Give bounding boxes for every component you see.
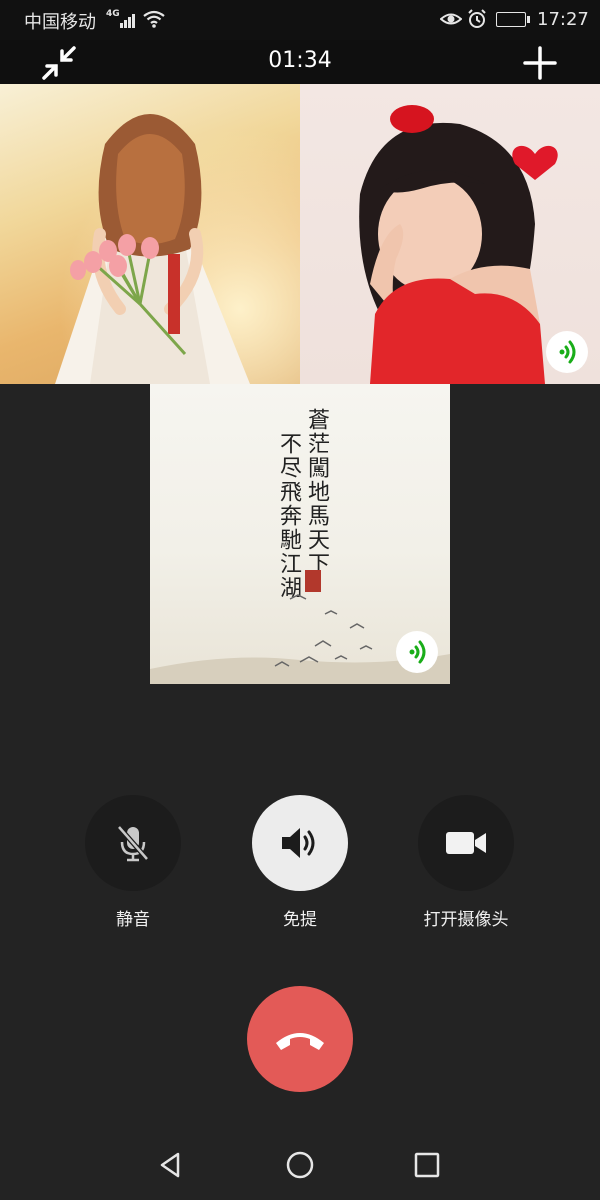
carrier-name: 中国移动 bbox=[24, 12, 96, 33]
hangup-button[interactable] bbox=[247, 986, 353, 1092]
participant-video-2[interactable] bbox=[300, 84, 600, 384]
home-icon[interactable] bbox=[285, 1150, 315, 1180]
add-icon[interactable] bbox=[522, 45, 558, 81]
speaker-button[interactable] bbox=[252, 795, 348, 891]
alarm-icon bbox=[468, 9, 486, 28]
back-icon[interactable] bbox=[156, 1150, 186, 1180]
speaker-icon bbox=[282, 828, 315, 858]
speaking-indicator bbox=[546, 331, 588, 373]
mute-button[interactable] bbox=[85, 795, 181, 891]
call-duration: 01:34 bbox=[268, 48, 332, 73]
signal-icon bbox=[120, 12, 138, 28]
battery-percent: 56 bbox=[504, 12, 518, 23]
participant-video-3[interactable]: 蒼茫闖地馬天下 不尽飛奔馳江湖 bbox=[150, 384, 450, 684]
camera-label: 打开摄像头 bbox=[423, 910, 509, 930]
battery-nub bbox=[527, 16, 530, 23]
battery-indicator: 56 bbox=[496, 12, 526, 27]
call-top-bar: 01:34 bbox=[0, 40, 600, 84]
speaking-icon bbox=[559, 340, 576, 364]
speaking-indicator bbox=[396, 631, 438, 673]
participant-video-1[interactable] bbox=[0, 84, 300, 384]
wifi-icon bbox=[143, 10, 165, 28]
network-type: 4G bbox=[106, 9, 120, 19]
speaking-icon bbox=[409, 640, 426, 664]
video-camera-icon bbox=[446, 832, 486, 854]
girl-with-tulips-photo bbox=[0, 84, 300, 384]
mic-off-icon bbox=[117, 825, 149, 862]
status-time: 17:27 bbox=[537, 9, 589, 30]
recent-apps-icon[interactable] bbox=[412, 1150, 442, 1180]
camera-button[interactable] bbox=[418, 795, 514, 891]
hangup-icon bbox=[276, 1033, 324, 1050]
status-bar: 中国移动 4G 56 17:27 bbox=[0, 0, 600, 40]
eye-icon bbox=[440, 13, 462, 25]
